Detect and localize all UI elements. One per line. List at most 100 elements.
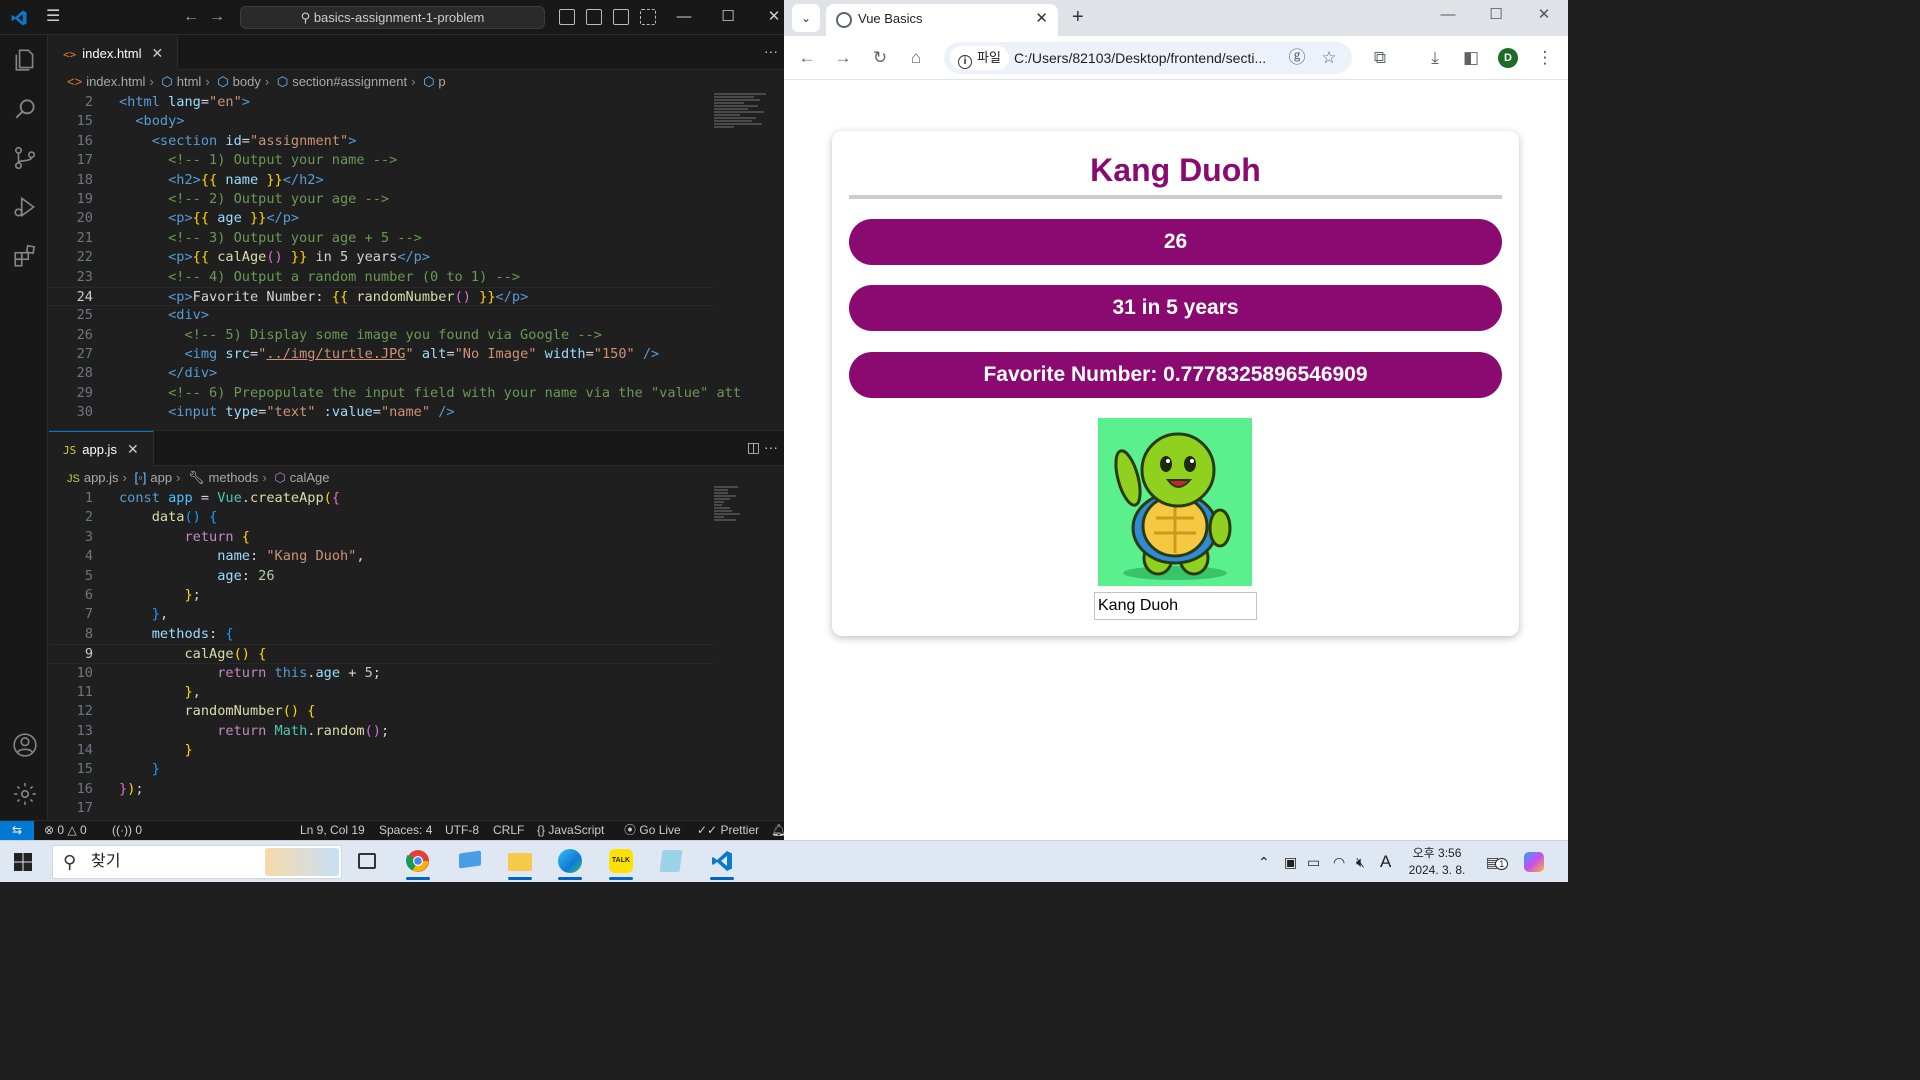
toggle-sidebar-icon[interactable] — [559, 9, 575, 25]
tab-app-js[interactable]: JS app.js ✕ — [49, 431, 154, 466]
manage-gear-icon[interactable] — [12, 781, 38, 807]
toggle-secondary-sidebar-icon[interactable] — [613, 9, 629, 25]
wifi-icon[interactable]: ◠ — [1333, 841, 1345, 883]
chevron-up-icon[interactable]: ⌃ — [1258, 841, 1270, 883]
code-line[interactable]: 11 }, — [49, 683, 714, 702]
code-line[interactable]: 24 <p>Favorite Number: {{ randomNumber()… — [49, 286, 714, 307]
menu-icon[interactable]: ☰ — [46, 8, 64, 26]
close-tab-icon[interactable]: ✕ — [1035, 4, 1048, 34]
ports-indicator[interactable]: ((·)) 0 — [112, 821, 142, 840]
code-line[interactable]: 16}); — [49, 780, 714, 799]
notification-center-icon[interactable]: ▤1 — [1486, 841, 1509, 885]
run-debug-icon[interactable] — [12, 194, 38, 220]
code-line[interactable]: 23 <!-- 4) Output a random number (0 to … — [49, 268, 714, 287]
profile-avatar[interactable]: D — [1498, 48, 1518, 68]
code-line[interactable]: 28 </div> — [49, 364, 714, 383]
code-line[interactable]: 6 }; — [49, 586, 714, 605]
back-arrow-icon[interactable]: ← — [183, 8, 199, 26]
maximize-icon[interactable]: ☐ — [1486, 4, 1506, 26]
code-line[interactable]: 3 return { — [49, 528, 714, 547]
download-icon[interactable]: ⤓ — [1424, 47, 1446, 69]
tab-vue-basics[interactable]: Vue Basics ✕ — [826, 4, 1058, 36]
breadcrumb-item[interactable]: calAge — [290, 470, 330, 485]
minimap[interactable] — [714, 486, 770, 522]
maximize-icon[interactable]: ☐ — [718, 6, 738, 28]
name-input[interactable] — [1094, 592, 1257, 620]
code-line[interactable]: 2 data() { — [49, 508, 714, 527]
kebab-menu-icon[interactable]: ⋮ — [1534, 47, 1556, 69]
encoding[interactable]: UTF-8 — [445, 821, 479, 840]
command-center-search[interactable]: ⚲ basics-assignment-1-problem — [240, 6, 545, 29]
code-line[interactable]: 19 <!-- 2) Output your age --> — [49, 190, 714, 209]
breadcrumb-item[interactable]: body — [233, 74, 261, 89]
close-tab-icon[interactable]: ✕ — [152, 45, 164, 61]
side-panel-icon[interactable]: ◧ — [1460, 47, 1482, 69]
code-line[interactable]: 5 age: 26 — [49, 567, 714, 586]
new-tab-plus-icon[interactable]: + — [1072, 4, 1084, 30]
code-line[interactable]: 2 <html lang="en"> — [49, 93, 714, 112]
close-icon[interactable]: ✕ — [764, 6, 784, 28]
system-clock[interactable]: 오후 3:56 2024. 3. 8. — [1402, 845, 1472, 879]
extensions-puzzle-icon[interactable]: ⧉ — [1369, 47, 1391, 69]
forward-arrow-icon[interactable]: → — [832, 47, 854, 69]
code-line[interactable]: 17 <!-- 1) Output your name --> — [49, 151, 714, 170]
code-line[interactable]: 16 <section id="assignment"> — [49, 132, 714, 151]
chrome-taskbar-icon[interactable] — [398, 844, 438, 880]
code-line[interactable]: 30 <input type="text" :value="name" /> — [49, 403, 714, 422]
problems-indicator[interactable]: ⊗ 0 △ 0 — [44, 821, 87, 840]
code-line[interactable]: 27 <img src="../img/turtle.JPG" alt="No … — [49, 345, 714, 364]
accounts-icon[interactable] — [12, 732, 38, 758]
code-line[interactable]: 14 } — [49, 741, 714, 760]
forward-arrow-icon[interactable]: → — [209, 8, 225, 26]
indentation[interactable]: Spaces: 4 — [379, 821, 432, 840]
kakaotalk-taskbar-icon[interactable]: TALK — [601, 844, 641, 880]
code-line[interactable]: 8 methods: { — [49, 625, 714, 644]
breadcrumb-item[interactable]: section#assignment — [292, 74, 407, 89]
code-line[interactable]: 15 } — [49, 760, 714, 779]
bookmark-star-icon[interactable]: ☆ — [1318, 47, 1340, 69]
code-line[interactable]: 25 <div> — [49, 306, 714, 325]
site-info-chip[interactable]: i 파일 — [950, 46, 1009, 70]
code-line[interactable]: 12 randomNumber() { — [49, 702, 714, 721]
notepad-taskbar-icon[interactable] — [651, 844, 691, 880]
prettier-button[interactable]: ✓✓ Prettier — [697, 821, 759, 840]
code-line[interactable]: 1 const app = Vue.createApp({ — [49, 489, 714, 508]
code-line[interactable]: 20 <p>{{ age }}</p> — [49, 209, 714, 228]
tab-index-html[interactable]: <> index.html ✕ — [49, 35, 179, 70]
code-line[interactable]: 22 <p>{{ calAge() }} in 5 years</p> — [49, 248, 714, 267]
code-line[interactable]: 9 calAge() { — [49, 644, 714, 664]
code-editor-js[interactable]: 1 const app = Vue.createApp({2 data() {3 … — [49, 489, 714, 819]
code-line[interactable]: 10 return this.age + 5; — [49, 664, 714, 683]
minimap[interactable] — [714, 93, 770, 129]
vscode-taskbar-icon[interactable] — [702, 844, 742, 880]
breadcrumb-item[interactable]: app.js — [84, 470, 119, 485]
minimize-icon[interactable]: — — [1438, 4, 1458, 26]
code-line[interactable]: 17 — [49, 799, 714, 818]
code-editor-html[interactable]: 2 <html lang="en"> 15 <body> 16 <section id… — [49, 93, 741, 423]
tab-search-chevron-down-icon[interactable]: ⌄ — [792, 4, 820, 32]
home-icon[interactable]: ⌂ — [905, 47, 927, 69]
toggle-panel-icon[interactable] — [586, 9, 602, 25]
back-arrow-icon[interactable]: ← — [796, 47, 818, 69]
code-line[interactable]: 13 return Math.random(); — [49, 722, 714, 741]
customize-layout-icon[interactable] — [640, 9, 656, 25]
code-line[interactable]: 26 <!-- 5) Display some image you found … — [49, 326, 714, 345]
code-line[interactable]: 4 name: "Kang Duoh", — [49, 547, 714, 566]
taskbar-search-box[interactable]: ⚲ 찾기 — [52, 845, 342, 879]
input-method-indicator[interactable]: A — [1380, 841, 1391, 883]
close-tab-icon[interactable]: ✕ — [127, 441, 139, 457]
code-line[interactable]: 21 <!-- 3) Output your age + 5 --> — [49, 229, 714, 248]
code-line[interactable]: 7 }, — [49, 605, 714, 624]
copilot-icon[interactable] — [1524, 841, 1544, 872]
file-explorer-icon[interactable] — [500, 844, 540, 880]
edge-taskbar-icon[interactable] — [550, 844, 590, 880]
url-text[interactable]: C:/Users/82103/Desktop/frontend/secti... — [1014, 42, 1266, 74]
computer-taskbar-icon[interactable] — [450, 844, 490, 880]
line-ending[interactable]: CRLF — [493, 821, 524, 840]
code-line[interactable]: 29 <!-- 6) Prepopulate the input field w… — [49, 384, 741, 403]
volume-muted-icon[interactable]: 🔇︎ — [1356, 841, 1365, 883]
minimize-icon[interactable]: — — [674, 6, 694, 28]
breadcrumb-item[interactable]: html — [177, 74, 202, 89]
task-view-icon[interactable] — [348, 844, 388, 880]
reload-icon[interactable]: ↻ — [869, 47, 891, 69]
